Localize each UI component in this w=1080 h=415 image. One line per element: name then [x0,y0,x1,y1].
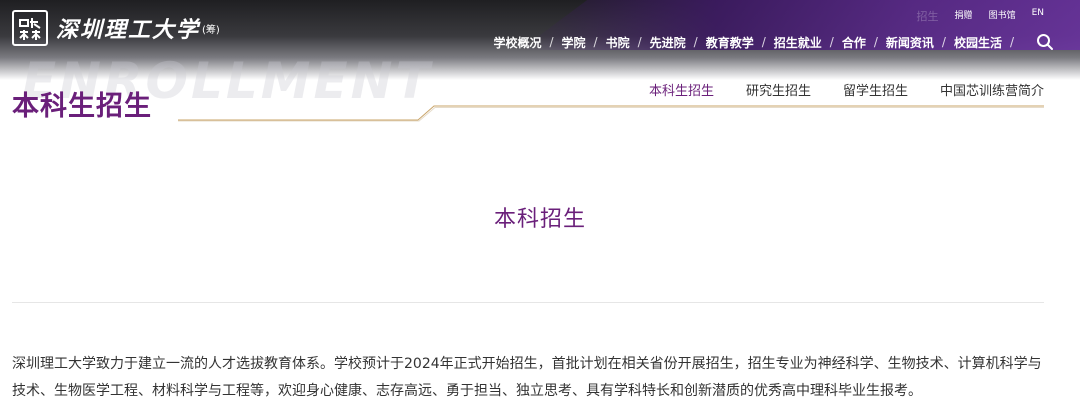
nav-separator: / [873,35,878,49]
nav-separator: / [693,35,698,49]
utility-links: 招生 捐赠 图书馆 EN [917,8,1044,24]
nav-item-admissions[interactable]: 招生就业 [774,34,822,51]
content-paragraph: 深圳理工大学致力于建立一流的人才选拔教育体系。学校预计于2024年正式开始招生，… [12,356,1042,399]
util-link-donate[interactable]: 捐赠 [955,8,973,24]
nav-separator: / [637,35,642,49]
nav-item-siat[interactable]: 先进院 [650,34,686,51]
content-divider [12,302,1044,303]
nav-item-about[interactable]: 学校概况 [493,34,541,51]
logo-name: 深圳理工大学 [56,17,201,43]
nav-item-schools[interactable]: 学院 [562,34,586,51]
subnav-item-undergraduate[interactable]: 本科生招生 [649,80,714,99]
subnav-item-graduate[interactable]: 研究生招生 [746,80,811,99]
content-title: 本科招生 [493,207,586,232]
nav-separator: / [593,35,598,49]
section-subnav: 本科生招生 研究生招生 留学生招生 中国芯训练营简介 [649,80,1044,99]
nav-separator: / [1009,35,1014,49]
nav-item-campus-life[interactable]: 校园生活 [954,34,1002,51]
nav-separator: / [761,35,766,49]
header-decorative-rule [178,105,1044,122]
search-icon[interactable] [1036,33,1054,51]
nav-item-news[interactable]: 新闻资讯 [886,34,934,51]
page-title: 本科生招生 [12,91,152,122]
nav-item-education[interactable]: 教育教学 [706,34,754,51]
logo-emblem-icon [12,10,48,46]
util-link-library[interactable]: 图书馆 [989,8,1016,24]
util-link-english[interactable]: EN [1032,8,1044,24]
main-navigation: 学校概况 / 学院 / 书院 / 先进院 / 教育教学 / 招生就业 / 合作 … [493,33,1054,51]
nav-item-colleges[interactable]: 书院 [606,34,630,51]
nav-separator: / [829,35,834,49]
ghost-label: 招生 [916,10,939,23]
nav-separator: / [549,35,554,49]
university-logo[interactable]: 深圳理工大学 (筹) [12,10,220,46]
subnav-item-international[interactable]: 留学生招生 [843,80,908,99]
nav-item-cooperation[interactable]: 合作 [842,34,866,51]
logo-suffix: (筹) [202,24,220,36]
nav-separator: / [941,35,946,49]
subnav-item-chip-camp[interactable]: 中国芯训练营简介 [940,80,1044,99]
